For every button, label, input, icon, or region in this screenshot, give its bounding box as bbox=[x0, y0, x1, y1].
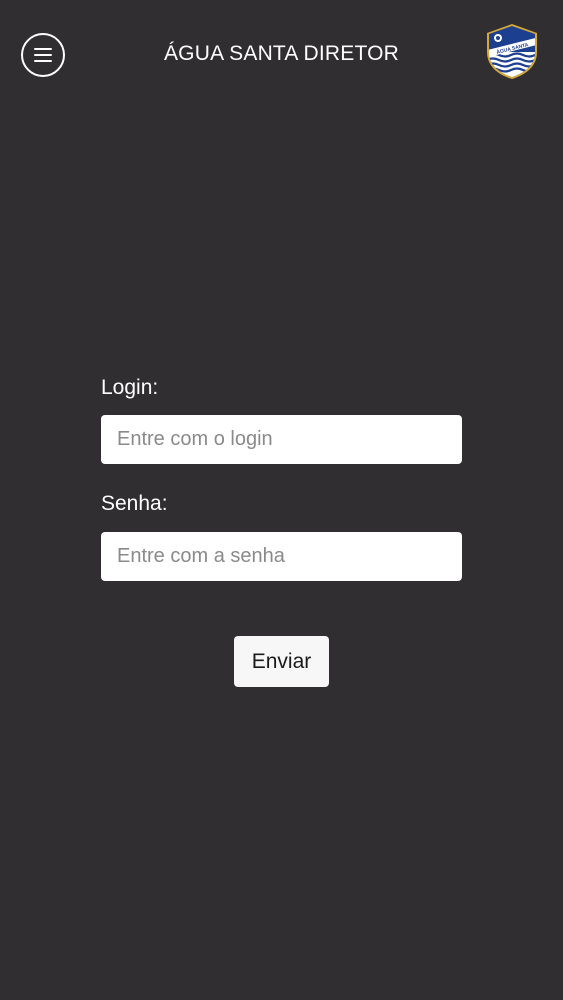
submit-button[interactable]: Enviar bbox=[234, 636, 329, 687]
club-crest-logo: ÁGUA SANTA bbox=[487, 24, 537, 79]
login-label: Login: bbox=[101, 376, 159, 399]
app-header: ÁGUA SANTA DIRETOR ÁGUA SANTA bbox=[0, 0, 563, 110]
app-title: ÁGUA SANTA DIRETOR bbox=[163, 42, 400, 65]
login-input[interactable] bbox=[101, 415, 462, 464]
password-label: Senha: bbox=[101, 492, 168, 515]
login-form: Login: Senha: bbox=[101, 372, 462, 581]
password-input[interactable] bbox=[101, 532, 462, 581]
